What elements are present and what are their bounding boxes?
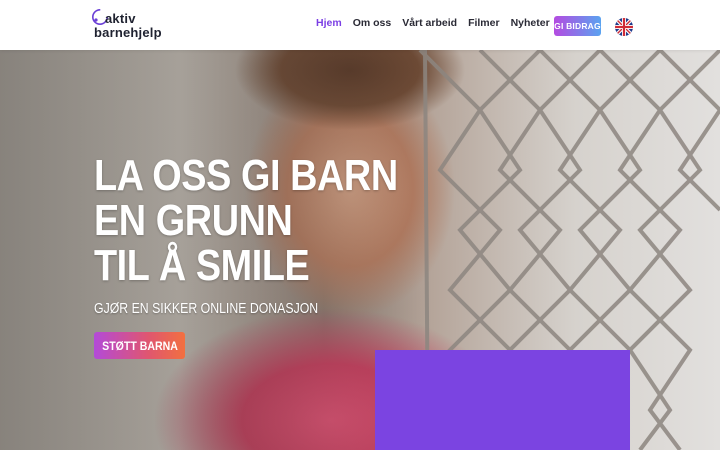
hero-subheadline: GJØR EN SIKKER ONLINE DONASJON xyxy=(94,300,319,317)
nav-item-vart-arbeid[interactable]: Vårt arbeid xyxy=(402,17,457,29)
donate-button[interactable]: GI BIDRAG xyxy=(554,16,601,36)
site-header: aktiv barnehjelp Hjem Om oss Vårt arbeid… xyxy=(0,0,720,50)
support-children-button[interactable]: STØTT BARNA xyxy=(94,332,185,359)
logo-line2: barnehjelp xyxy=(94,25,162,40)
main-nav: Hjem Om oss Vårt arbeid Filmer Nyheter xyxy=(316,17,561,29)
nav-item-filmer[interactable]: Filmer xyxy=(468,17,500,29)
purple-content-panel xyxy=(375,350,630,450)
uk-flag-icon[interactable] xyxy=(615,18,633,36)
hero-headline: LA OSS GI BARN EN GRUNN TIL Å SMILE xyxy=(94,151,398,290)
hero-headline-line: TIL Å SMILE xyxy=(94,241,310,290)
hero-headline-line: EN GRUNN xyxy=(94,196,293,245)
hero-section: LA OSS GI BARN EN GRUNN TIL Å SMILE GJØR… xyxy=(0,50,720,450)
site-logo[interactable]: aktiv barnehjelp xyxy=(91,8,171,42)
nav-item-om-oss[interactable]: Om oss xyxy=(353,17,392,29)
logo-line1: aktiv xyxy=(105,11,136,26)
hero-headline-line: LA OSS GI BARN xyxy=(94,151,398,200)
nav-item-hjem[interactable]: Hjem xyxy=(316,17,342,29)
nav-item-nyheter[interactable]: Nyheter xyxy=(511,17,550,29)
support-children-label: STØTT BARNA xyxy=(101,338,178,353)
